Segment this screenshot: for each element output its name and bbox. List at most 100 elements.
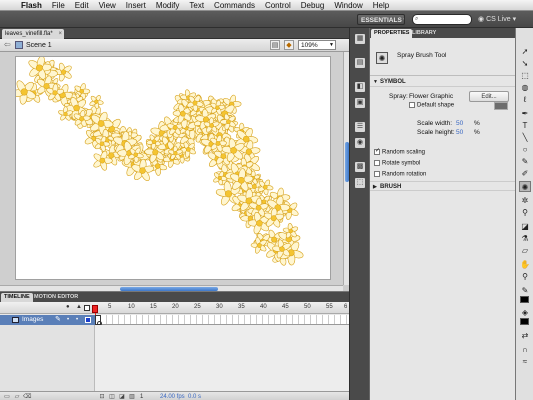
new-layer-icon[interactable]: ▭ — [3, 393, 11, 400]
swap-colors-icon[interactable]: ⇄ — [519, 330, 531, 341]
symbol-section-header[interactable]: ▼ SYMBOL — [370, 77, 516, 87]
selection-tool-icon[interactable]: ➚ — [519, 46, 531, 57]
pencil-tool-icon[interactable]: ✎ — [519, 156, 531, 167]
menu-window[interactable]: Window — [329, 1, 367, 10]
edit-scene-button[interactable]: ▤ — [270, 40, 280, 50]
elapsed-time: 0.0 s — [188, 394, 202, 400]
frame-strip[interactable] — [95, 315, 349, 326]
random-rotation-label: Random rotation — [382, 171, 427, 178]
panel-icon-d[interactable]: ▣ — [355, 98, 365, 108]
zoom-tool-icon[interactable]: ⚲ — [519, 271, 531, 282]
eyedropper-tool-icon[interactable]: ⚗ — [519, 233, 531, 244]
menu-view[interactable]: View — [94, 1, 121, 10]
outline-icon[interactable] — [84, 305, 90, 311]
eye-icon[interactable]: ● — [66, 304, 70, 310]
frame-rate[interactable]: 24.00 fps — [160, 392, 185, 400]
paint-bucket-tool-icon[interactable]: ◪ — [519, 221, 531, 232]
subselection-tool-icon[interactable]: ➘ — [519, 58, 531, 69]
brush-section-header[interactable]: ▶ BRUSH — [370, 181, 516, 191]
3d-rotation-tool-icon[interactable]: ◍ — [519, 82, 531, 93]
checkbox-icon[interactable] — [374, 171, 380, 177]
trash-icon[interactable]: ⌫ — [23, 393, 31, 400]
spray-color-swatch[interactable] — [494, 102, 508, 110]
panel-icon-b[interactable]: ▤ — [355, 58, 365, 68]
hand-tool-icon[interactable]: ✋ — [519, 259, 531, 270]
panel-icon-e[interactable]: ☰ — [355, 122, 365, 132]
checkbox-checked-icon[interactable] — [374, 147, 380, 155]
zoom-select[interactable]: 109% ▼ — [298, 40, 336, 50]
random-scaling-checkbox[interactable]: Random scaling — [374, 147, 425, 156]
new-folder-icon[interactable]: ▱ — [13, 393, 21, 400]
rotate-symbol-checkbox[interactable]: Rotate symbol — [374, 160, 420, 167]
scale-height-value[interactable]: 50 — [456, 129, 463, 136]
tab-library[interactable]: LIBRARY — [409, 29, 439, 38]
snap-magnet-icon[interactable]: ∩ — [519, 344, 531, 355]
fill-color-icon[interactable]: ◈ — [519, 307, 531, 318]
edit-multiple-icon[interactable]: ▥ — [128, 393, 136, 400]
fill-color-swatch[interactable] — [520, 318, 529, 325]
menu-control[interactable]: Control — [260, 1, 296, 10]
menu-help[interactable]: Help — [368, 1, 394, 10]
cs-live-menu[interactable]: ◉ CS Live ▾ — [478, 14, 516, 25]
frame-ruler[interactable]: 5 10 15 20 25 30 35 40 45 50 55 6 — [95, 302, 349, 314]
default-shape-checkbox[interactable]: Default shape — [409, 102, 454, 109]
layer-name[interactable]: Images ✎ • • — [0, 315, 95, 325]
center-frame-icon[interactable]: ⊡ — [98, 393, 106, 400]
close-icon[interactable]: × — [58, 29, 62, 39]
checkbox-icon[interactable] — [374, 160, 380, 166]
menu-file[interactable]: File — [47, 1, 70, 10]
checkbox-icon[interactable] — [409, 102, 415, 108]
scene-label[interactable]: Scene 1 — [26, 39, 52, 52]
random-rotation-checkbox[interactable]: Random rotation — [374, 171, 426, 178]
search-input[interactable]: ⌕ — [412, 14, 472, 25]
stroke-color-icon[interactable]: ✎ — [519, 285, 531, 296]
edit-symbol-button[interactable]: Edit... — [469, 91, 509, 102]
stroke-color-swatch[interactable] — [520, 296, 529, 303]
lock-dot-icon[interactable]: • — [76, 315, 78, 325]
menu-insert[interactable]: Insert — [121, 1, 151, 10]
tab-motion-editor[interactable]: MOTION EDITOR — [31, 293, 81, 302]
text-tool-icon[interactable]: T — [519, 120, 531, 131]
menu-debug[interactable]: Debug — [296, 1, 330, 10]
keyframe[interactable] — [95, 315, 102, 326]
menu-flash[interactable]: Flash — [16, 1, 47, 10]
scale-width-value[interactable]: 50 — [456, 120, 463, 127]
visibility-dot-icon[interactable]: • — [67, 315, 69, 325]
stage-canvas[interactable] — [15, 56, 331, 280]
playhead[interactable] — [92, 305, 98, 313]
edit-symbols-button[interactable]: ◆ — [284, 40, 294, 50]
free-transform-tool-icon[interactable]: ⬚ — [519, 70, 531, 81]
flower-shape — [89, 95, 104, 110]
lasso-tool-icon[interactable]: ℓ — [519, 94, 531, 105]
menu-modify[interactable]: Modify — [151, 1, 185, 10]
tab-properties[interactable]: PROPERTIES — [371, 29, 413, 38]
deco-tool-icon[interactable]: ✲ — [519, 195, 531, 206]
panel-icon-h[interactable]: ⬚ — [355, 178, 365, 188]
brush-tool-icon[interactable]: ✐ — [519, 168, 531, 179]
rectangle-tool-icon[interactable]: ○ — [519, 144, 531, 155]
onion-skin-icon[interactable]: ◫ — [108, 393, 116, 400]
menu-commands[interactable]: Commands — [209, 1, 260, 10]
line-tool-icon[interactable]: ╲ — [519, 132, 531, 143]
back-arrow-icon[interactable]: ⇦ — [4, 40, 11, 49]
current-frame[interactable]: 1 — [140, 392, 143, 400]
document-tab[interactable]: leaves_vinefill.fla* × — [2, 29, 64, 39]
layer-row[interactable]: Images ✎ • • — [0, 315, 349, 326]
search-icon: ⌕ — [415, 16, 419, 22]
menu-edit[interactable]: Edit — [70, 1, 94, 10]
bone-tool-icon[interactable]: ⚲ — [519, 207, 531, 218]
menu-text[interactable]: Text — [184, 1, 209, 10]
panel-icon-f[interactable]: ◉ — [355, 138, 365, 148]
eraser-tool-icon[interactable]: ▱ — [519, 245, 531, 256]
pen-tool-icon[interactable]: ✒ — [519, 108, 531, 119]
onion-outline-icon[interactable]: ◪ — [118, 393, 126, 400]
panel-icon-c[interactable]: ◧ — [355, 82, 365, 92]
spray-brush-tool-icon[interactable]: ✺ — [519, 181, 531, 192]
tab-timeline[interactable]: TIMELINE — [1, 293, 33, 302]
workspace-switcher[interactable]: ESSENTIALS ▾ — [357, 14, 405, 25]
lock-icon[interactable]: ▲ — [76, 304, 82, 310]
panel-icon-a[interactable]: ▦ — [355, 34, 365, 44]
panel-icon-g[interactable]: ▩ — [355, 162, 365, 172]
layer-outline-color[interactable] — [85, 317, 91, 323]
smooth-icon[interactable]: ≈ — [519, 356, 531, 367]
